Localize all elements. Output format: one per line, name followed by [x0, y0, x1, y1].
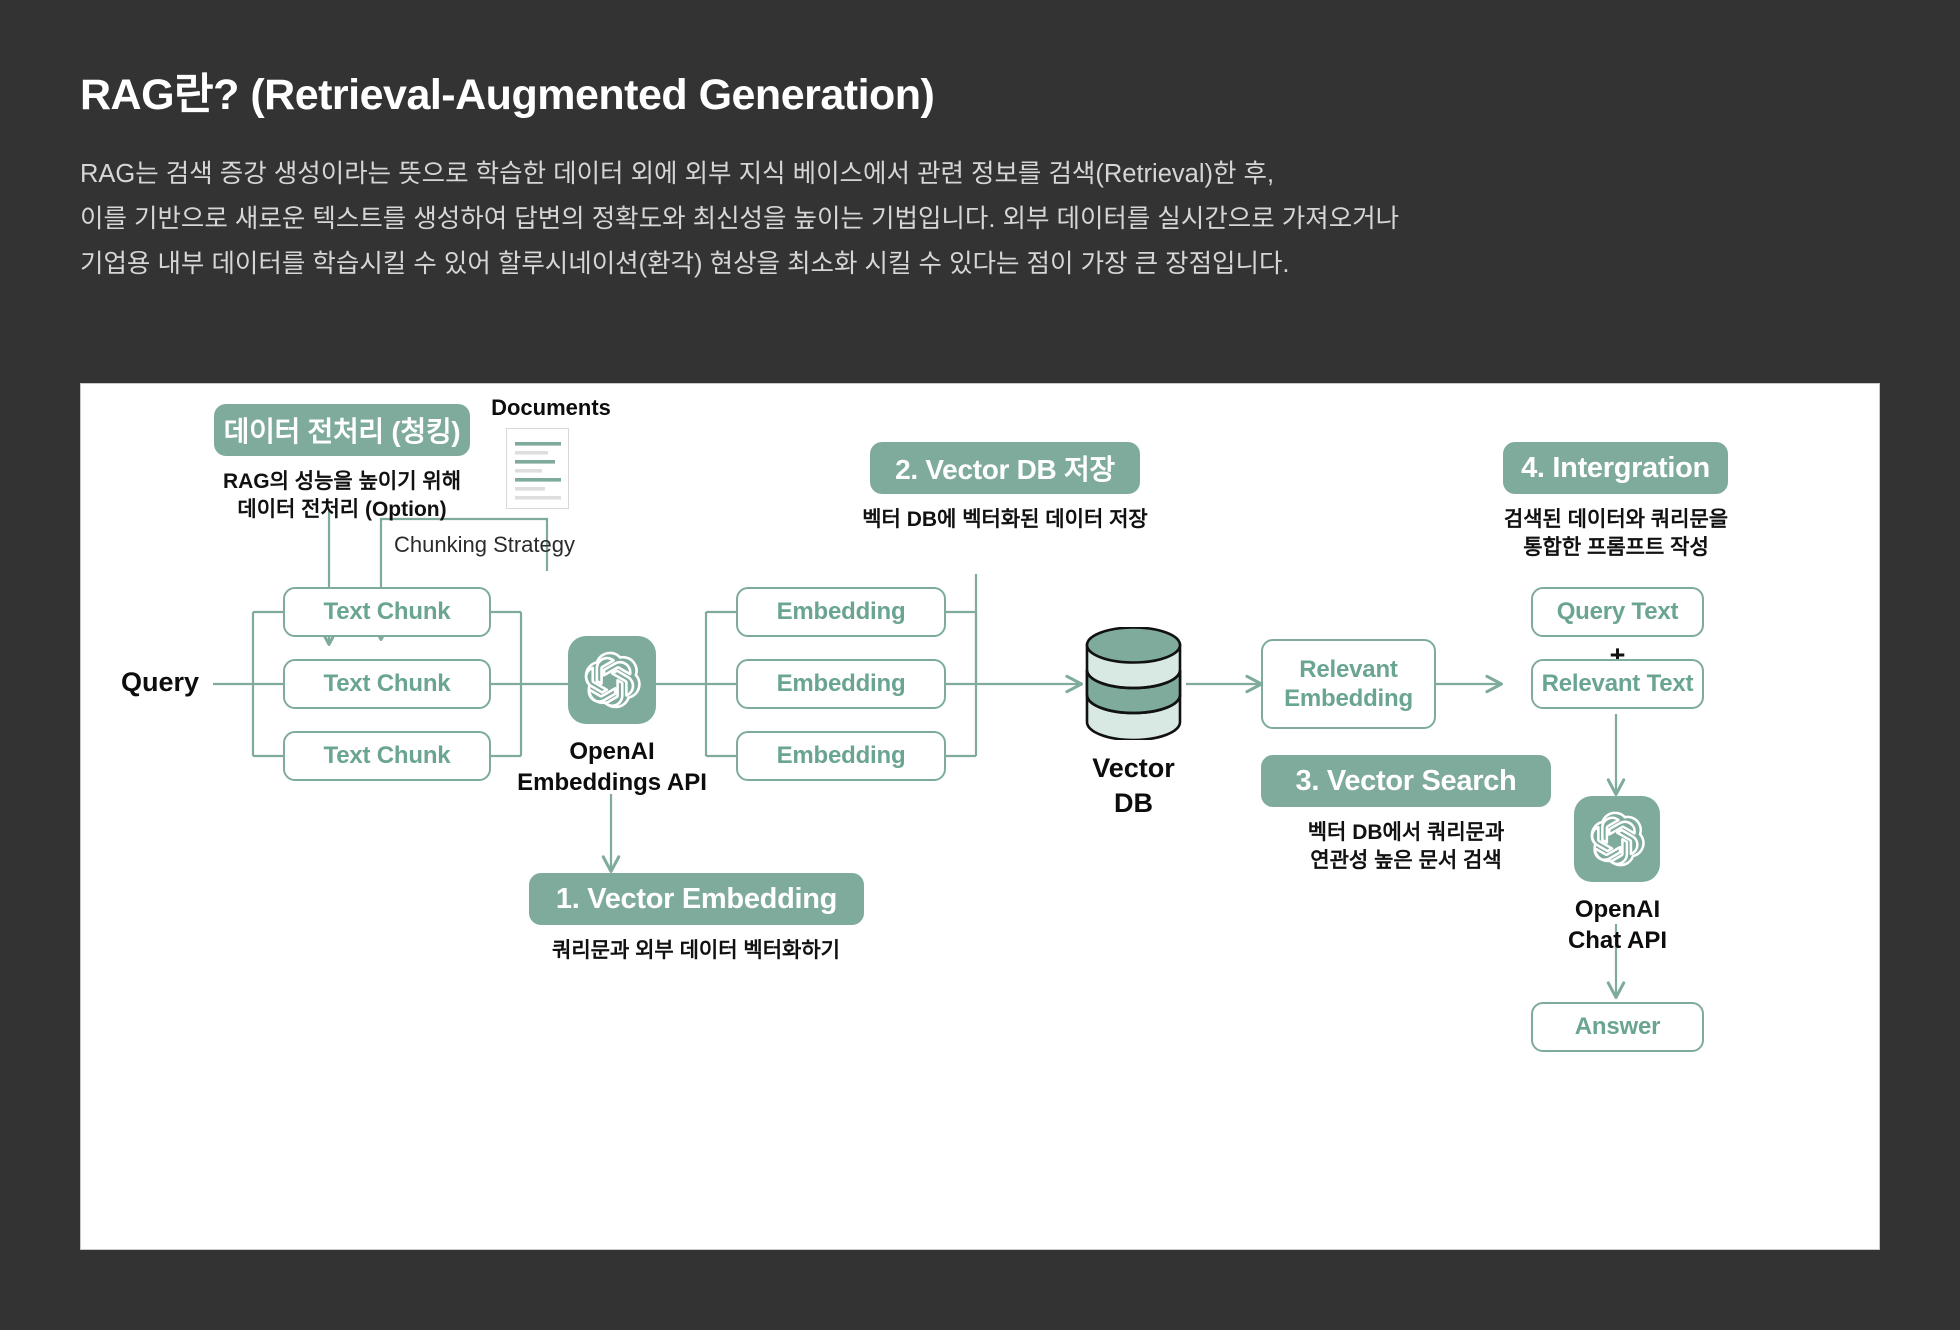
badge-step4-integration: 4. Intergration	[1503, 442, 1728, 494]
diagram-canvas: 데이터 전처리 (청킹) RAG의 성능을 높이기 위해 데이터 전처리 (Op…	[80, 383, 1880, 1250]
documents-icon	[506, 428, 569, 509]
box-embedding-1: Embedding	[736, 587, 946, 637]
page-description: RAG는 검색 증강 생성이라는 뜻으로 학습한 데이터 외에 외부 지식 베이…	[80, 152, 1880, 288]
badge-step4-label: 4. Intergration	[1521, 451, 1710, 484]
badge-step2-vector-db-save: 2. Vector DB 저장	[870, 442, 1140, 494]
label-vector-db-line-2: DB	[1114, 787, 1153, 818]
badge-step2-label: 2. Vector DB 저장	[895, 454, 1115, 485]
label-vector-db-line-1: Vector	[1092, 753, 1175, 783]
document-lines-icon	[515, 442, 561, 500]
openai-logo-icon	[1590, 811, 1645, 867]
caption-step3: 벡터 DB에서 쿼리문과 연관성 높은 문서 검색	[1307, 821, 1505, 872]
caption-step4: 검색된 데이터와 쿼리문을 통합한 프롬프트 작성	[1503, 508, 1729, 559]
caption-step1: 쿼리문과 외부 데이터 벡터화하기	[552, 939, 840, 962]
badge-step1-label: 1. Vector Embedding	[555, 882, 838, 915]
badge-chunking: 데이터 전처리 (청킹)	[214, 404, 470, 456]
label-openai-embeddings-line-2: Embeddings API	[517, 769, 707, 797]
label-openai-chat-line-1: OpenAI	[1574, 896, 1661, 923]
label-documents: Documents	[491, 395, 611, 420]
box-embedding-3: Embedding	[736, 731, 946, 781]
badge-step1-vector-embedding: 1. Vector Embedding	[529, 873, 864, 925]
box-text-chunk-2: Text Chunk	[283, 659, 491, 709]
badge-step3-vector-search: 3. Vector Search	[1261, 755, 1551, 807]
box-answer: Answer	[1531, 1002, 1704, 1052]
description-line-1: RAG는 검색 증강 생성이라는 뜻으로 학습한 데이터 외에 외부 지식 베이…	[80, 159, 1275, 188]
label-openai-embeddings-api: OpenAI Embeddings API	[497, 736, 727, 798]
caption-chunking-line-2: 데이터 전처리 (Option)	[237, 497, 447, 521]
database-cylinder-icon	[1085, 627, 1182, 740]
box-query-text: Query Text	[1531, 587, 1704, 637]
openai-embeddings-logo-tile	[568, 636, 656, 724]
box-embedding-2: Embedding	[736, 659, 946, 709]
badge-step3-label: 3. Vector Search	[1295, 764, 1517, 797]
box-relevant-text: Relevant Text	[1531, 659, 1704, 709]
page-root: RAG란? (Retrieval-Augmented Generation) R…	[0, 0, 1960, 1330]
box-relevant-embedding: Relevant Embedding	[1261, 639, 1436, 729]
openai-logo-icon	[584, 651, 641, 709]
badge-chunking-label: 데이터 전처리 (청킹)	[223, 416, 461, 447]
label-vector-db: Vector DB	[1066, 751, 1201, 820]
diagram-stage: 데이터 전처리 (청킹) RAG의 성능을 높이기 위해 데이터 전처리 (Op…	[81, 384, 1881, 1251]
box-relevant-embedding-line-1: Relevant	[1299, 655, 1398, 683]
label-chunking-strategy: Chunking Strategy	[394, 532, 575, 557]
label-openai-chat-line-2: Chat API	[1567, 927, 1668, 955]
caption-chunking: RAG의 성능을 높이기 위해 데이터 전처리 (Option)	[194, 468, 490, 524]
box-relevant-embedding-line-2: Embedding	[1284, 685, 1413, 712]
box-text-chunk-3: Text Chunk	[283, 731, 491, 781]
box-text-chunk-1: Text Chunk	[283, 587, 491, 637]
caption-step2: 벡터 DB에 벡터화된 데이터 저장	[862, 508, 1148, 531]
vector-db-icon	[1081, 627, 1186, 740]
openai-chat-logo-tile	[1574, 796, 1660, 882]
description-line-2: 이를 기반으로 새로운 텍스트를 생성하여 답변의 정확도와 최신성을 높이는 …	[80, 204, 1400, 233]
caption-chunking-line-1: RAG의 성능을 높이기 위해	[222, 470, 462, 493]
label-openai-chat-api: OpenAI Chat API	[1531, 894, 1704, 956]
page-title: RAG란? (Retrieval-Augmented Generation)	[80, 71, 935, 119]
label-query: Query	[120, 667, 200, 697]
description-line-3: 기업용 내부 데이터를 학습시킬 수 있어 할루시네이션(환각) 현상을 최소화…	[80, 250, 1290, 279]
header: RAG란? (Retrieval-Augmented Generation) R…	[80, 70, 1880, 288]
label-openai-embeddings-line-1: OpenAI	[569, 738, 655, 765]
